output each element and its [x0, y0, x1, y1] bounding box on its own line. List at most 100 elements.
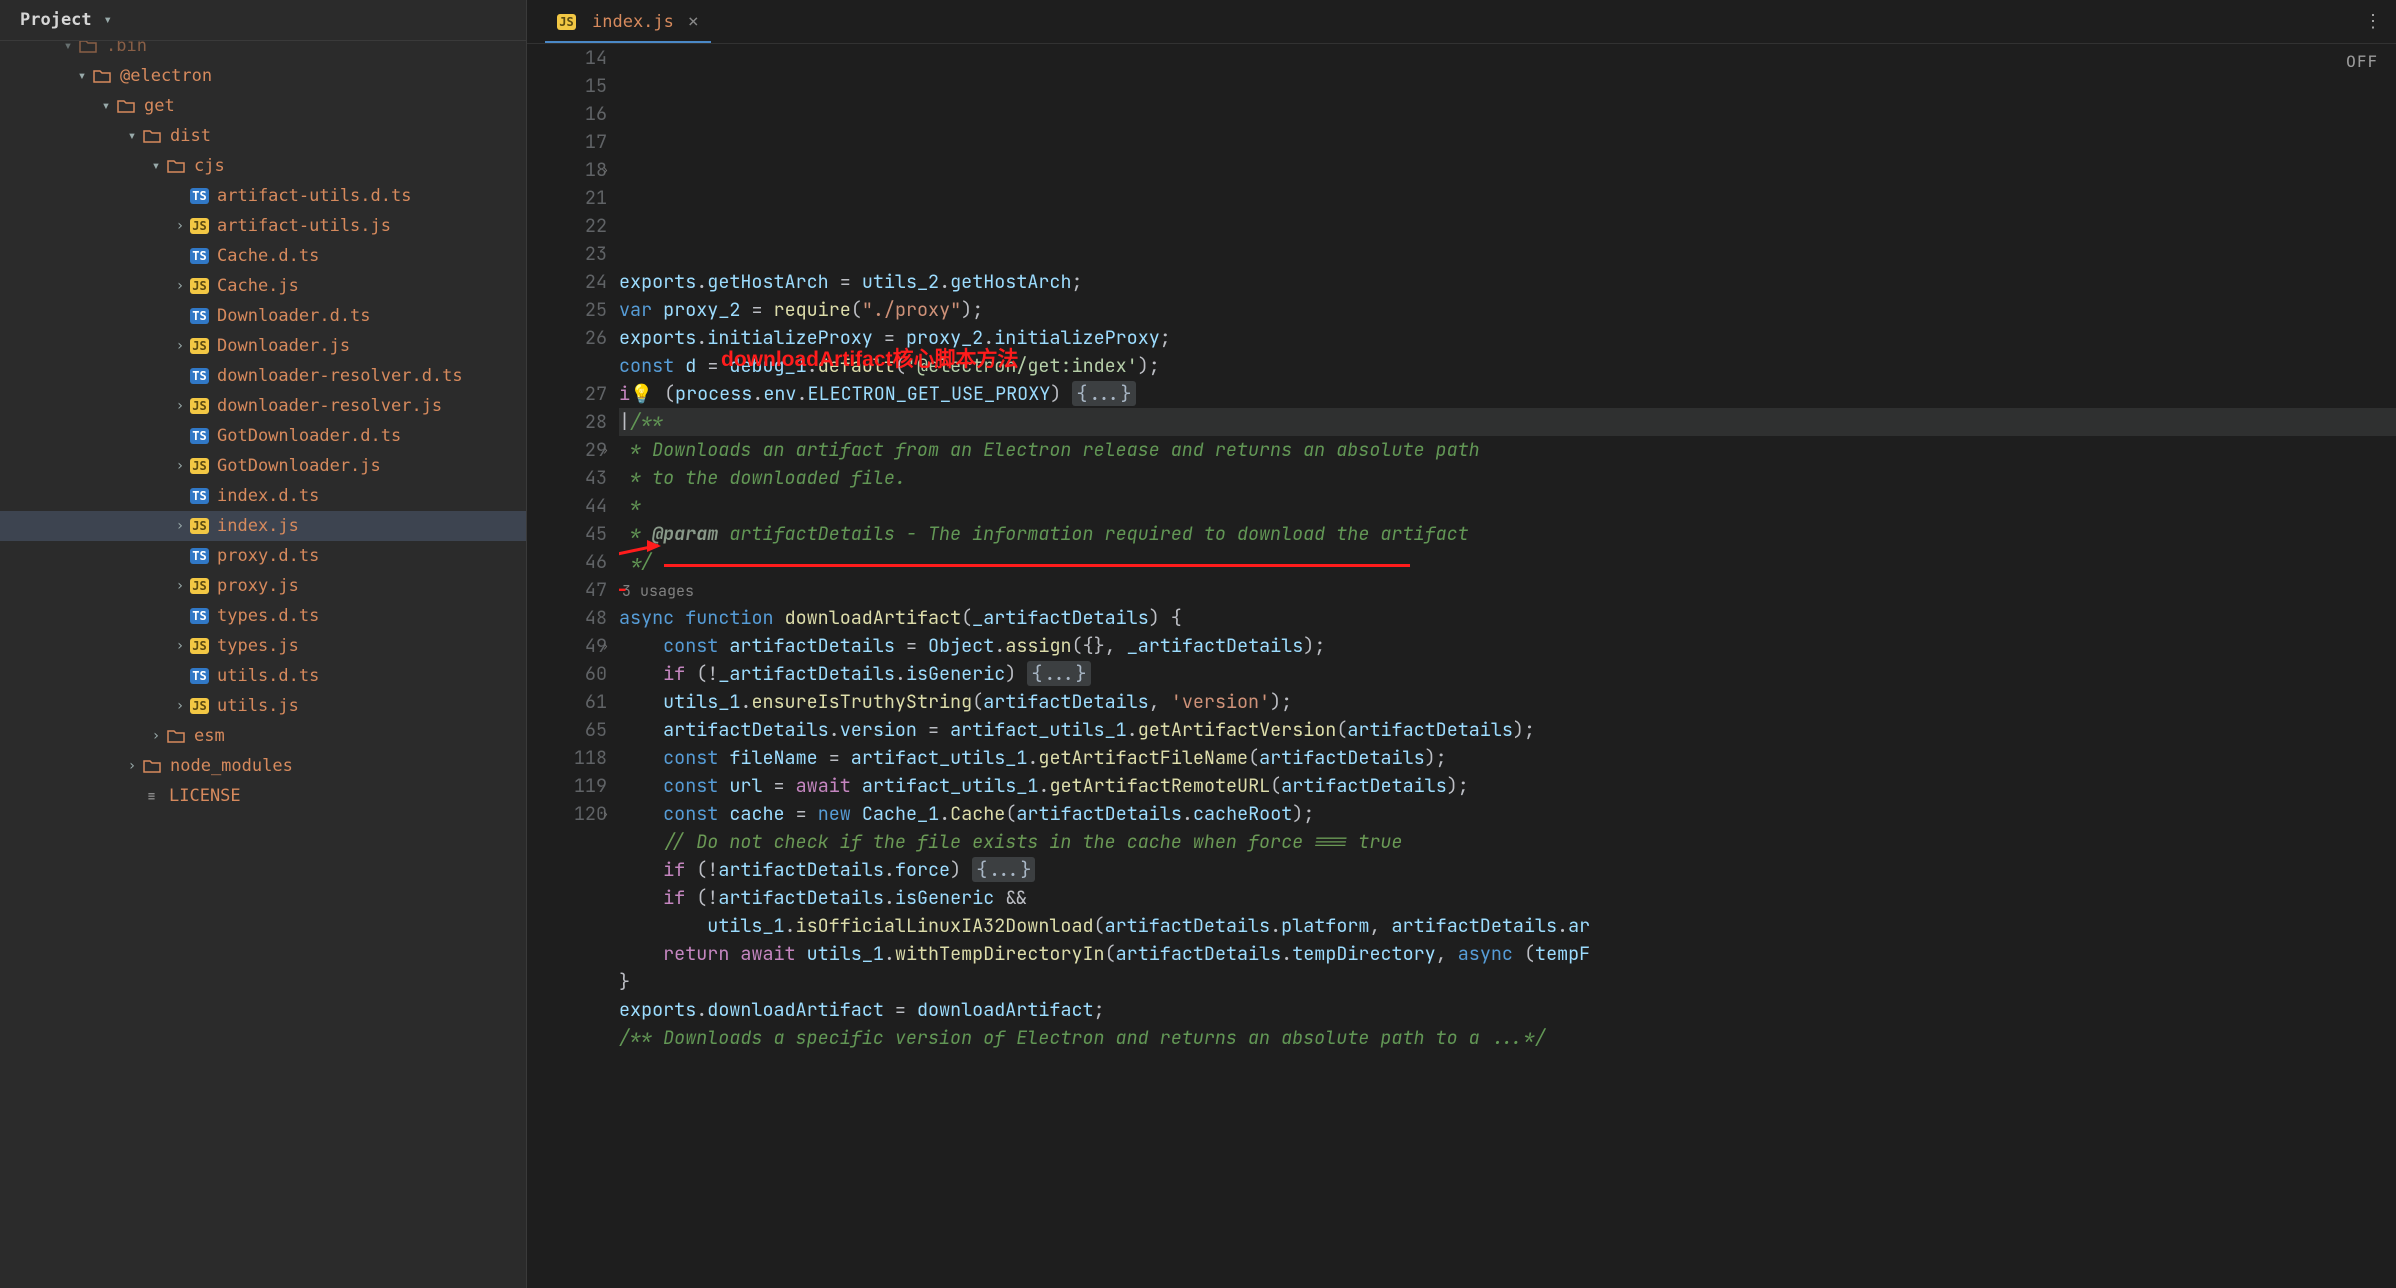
fold-icon[interactable]: ›: [602, 436, 609, 464]
folder-icon: [166, 728, 186, 744]
tree-item-node-modules[interactable]: › node_modules: [0, 751, 526, 781]
chevron-icon[interactable]: ›: [122, 758, 142, 774]
code-line[interactable]: const url = await artifact_utils_1.getAr…: [619, 772, 2396, 800]
tree-item-downloader-resolver-js[interactable]: ›JSdownloader-resolver.js: [0, 391, 526, 421]
tree-item-dist[interactable]: ▾dist: [0, 121, 526, 151]
code-line[interactable]: exports.downloadArtifact = downloadArtif…: [619, 996, 2396, 1024]
code-line[interactable]: const fileName = artifact_utils_1.getArt…: [619, 744, 2396, 772]
code-line[interactable]: |/**: [619, 408, 2396, 436]
code-line[interactable]: if (!_artifactDetails.isGeneric) {...}: [619, 660, 2396, 688]
chevron-icon[interactable]: ›: [170, 338, 190, 354]
tree-item-utils-d-ts[interactable]: TSutils.d.ts: [0, 661, 526, 691]
code-line[interactable]: if (!artifactDetails.force) {...}: [619, 856, 2396, 884]
tree-item-index-d-ts[interactable]: TSindex.d.ts: [0, 481, 526, 511]
tree-item-artifact-utils-d-ts[interactable]: TSartifact-utils.d.ts: [0, 181, 526, 211]
tree-item-cache-d-ts[interactable]: TSCache.d.ts: [0, 241, 526, 271]
js-icon: JS: [190, 218, 209, 234]
sidebar-header[interactable]: Project ▾: [0, 0, 526, 41]
fold-icon[interactable]: ›: [602, 156, 609, 184]
line-number: 28: [527, 408, 607, 436]
code-line[interactable]: async function downloadArtifact(_artifac…: [619, 604, 2396, 632]
tree-item-label: node_modules: [170, 756, 293, 776]
line-number: 25: [527, 296, 607, 324]
tree-item-gotdownloader-js[interactable]: ›JSGotDownloader.js: [0, 451, 526, 481]
fold-icon[interactable]: ›: [602, 800, 609, 828]
close-icon[interactable]: ×: [688, 11, 699, 32]
code-line[interactable]: artifactDetails.version = artifact_utils…: [619, 716, 2396, 744]
tree-item-artifact-utils-js[interactable]: ›JSartifact-utils.js: [0, 211, 526, 241]
ts-icon: TS: [190, 368, 209, 384]
tree-item-index-js[interactable]: ›JSindex.js: [0, 511, 526, 541]
tree-item-cache-js[interactable]: ›JSCache.js: [0, 271, 526, 301]
code-line[interactable]: var proxy_2 = require("./proxy");: [619, 296, 2396, 324]
usages-hint[interactable]: 3 usages: [622, 581, 694, 601]
project-sidebar: Project ▾ ▾.bin▾@electron▾get▾dist▾cjsTS…: [0, 0, 527, 1288]
tree-item-downloader-resolver-d-ts[interactable]: TSdownloader-resolver.d.ts: [0, 361, 526, 391]
tree-item-downloader-d-ts[interactable]: TSDownloader.d.ts: [0, 301, 526, 331]
code-line[interactable]: * @param artifactDetails - The informati…: [619, 520, 2396, 548]
code-line[interactable]: * to the downloaded file.: [619, 464, 2396, 492]
code-line[interactable]: utils_1.isOfficialLinuxIA32Download(arti…: [619, 912, 2396, 940]
chevron-icon[interactable]: ›: [170, 698, 190, 714]
code-line[interactable]: 3 usages: [619, 576, 2396, 604]
chevron-icon[interactable]: ›: [170, 398, 190, 414]
code-line[interactable]: // Do not check if the file exists in th…: [619, 828, 2396, 856]
code-area[interactable]: 1415161718›212223242526272829›4344454647…: [527, 44, 2396, 1288]
tree-item-types-js[interactable]: ›JStypes.js: [0, 631, 526, 661]
code-line[interactable]: const artifactDetails = Object.assign({}…: [619, 632, 2396, 660]
chevron-icon[interactable]: ▾: [96, 98, 116, 114]
chevron-icon[interactable]: ▾: [146, 158, 166, 174]
tree-item-label: Downloader.js: [217, 336, 350, 356]
code-line[interactable]: const d = debug_1.default('@electron/get…: [619, 352, 2396, 380]
chevron-icon[interactable]: ›: [170, 218, 190, 234]
line-number: 118: [527, 744, 607, 772]
chevron-icon[interactable]: ▾: [122, 128, 142, 144]
code-line[interactable]: if (!artifactDetails.isGeneric &&: [619, 884, 2396, 912]
code-line[interactable]: return await utils_1.withTempDirectoryIn…: [619, 940, 2396, 968]
code-line[interactable]: exports.getHostArch = utils_2.getHostArc…: [619, 268, 2396, 296]
tree-item--bin[interactable]: ▾ .bin: [0, 41, 526, 61]
line-number: 16: [527, 100, 607, 128]
line-number: 44: [527, 492, 607, 520]
more-icon[interactable]: ⋮: [2364, 11, 2382, 32]
chevron-icon[interactable]: ›: [170, 278, 190, 294]
tab-index-js[interactable]: JS index.js ×: [545, 0, 711, 43]
code-line[interactable]: * Downloads an artifact from an Electron…: [619, 436, 2396, 464]
fold-icon[interactable]: ›: [602, 632, 609, 660]
chevron-icon[interactable]: ▾: [72, 68, 92, 84]
code-line[interactable]: const cache = new Cache_1.Cache(artifact…: [619, 800, 2396, 828]
chevron-down-icon[interactable]: ▾: [98, 12, 118, 28]
tree-item-types-d-ts[interactable]: TStypes.d.ts: [0, 601, 526, 631]
tree-item-label: .bin: [106, 41, 147, 56]
tree-item-get[interactable]: ▾get: [0, 91, 526, 121]
tree-item-utils-js[interactable]: ›JSutils.js: [0, 691, 526, 721]
tree-item-label: utils.d.ts: [217, 666, 319, 686]
chevron-icon[interactable]: ›: [146, 728, 166, 744]
tab-label: index.js: [592, 12, 674, 32]
code-content[interactable]: downloadArtifact核心脚本方法 重点关注URL exports.g…: [619, 44, 2396, 1288]
code-line[interactable]: exports.initializeProxy = proxy_2.initia…: [619, 324, 2396, 352]
tree-item-cjs[interactable]: ▾cjs: [0, 151, 526, 181]
tree-item-downloader-js[interactable]: ›JSDownloader.js: [0, 331, 526, 361]
code-line[interactable]: }: [619, 968, 2396, 996]
tree-item-gotdownloader-d-ts[interactable]: TSGotDownloader.d.ts: [0, 421, 526, 451]
chevron-icon[interactable]: ›: [170, 638, 190, 654]
tree-item-license[interactable]: ≡LICENSE: [0, 781, 526, 811]
tree-item-proxy-d-ts[interactable]: TSproxy.d.ts: [0, 541, 526, 571]
code-line[interactable]: /** Downloads a specific version of Elec…: [619, 1024, 2396, 1052]
tree-item-label: proxy.d.ts: [217, 546, 319, 566]
tree-item--electron[interactable]: ▾@electron: [0, 61, 526, 91]
chevron-icon[interactable]: ›: [170, 578, 190, 594]
chevron-icon[interactable]: ▾: [58, 41, 78, 54]
code-line[interactable]: utils_1.ensureIsTruthyString(artifactDet…: [619, 688, 2396, 716]
code-line[interactable]: */: [619, 548, 2396, 576]
chevron-icon[interactable]: ›: [170, 458, 190, 474]
tree-item-esm[interactable]: ›esm: [0, 721, 526, 751]
code-line[interactable]: *: [619, 492, 2396, 520]
chevron-icon[interactable]: ›: [170, 518, 190, 534]
js-icon: JS: [190, 278, 209, 294]
editor: JS index.js × ⋮ OFF 1415161718›212223242…: [527, 0, 2396, 1288]
tree-item-label: artifact-utils.d.ts: [217, 186, 411, 206]
code-line[interactable]: i💡 (process.env.ELECTRON_GET_USE_PROXY) …: [619, 380, 2396, 408]
tree-item-proxy-js[interactable]: ›JSproxy.js: [0, 571, 526, 601]
